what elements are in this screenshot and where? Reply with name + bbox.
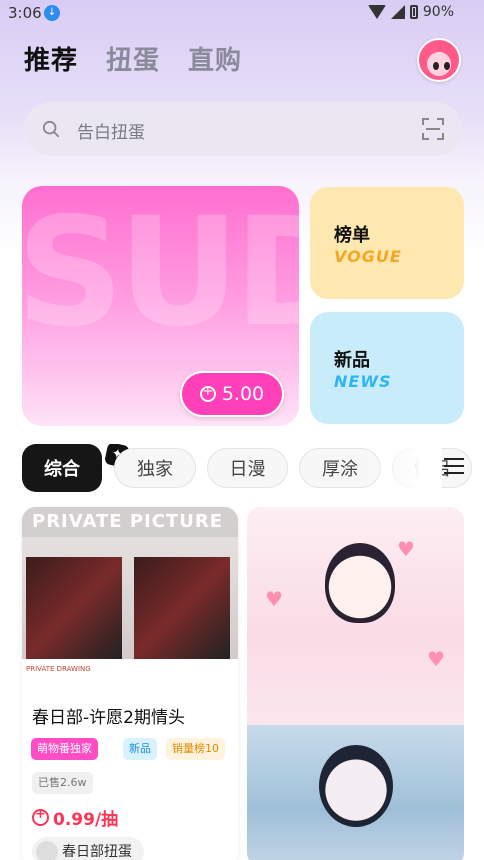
banner-art: SUDI <box>22 186 299 360</box>
exclusive-tag: 萌物番独家 <box>31 738 98 760</box>
new-items-card[interactable]: 新品 NEWS <box>310 312 464 424</box>
shop-badge[interactable]: 春日部扭蛋 <box>32 837 144 860</box>
scan-icon[interactable] <box>422 118 444 140</box>
category-tab-anime[interactable]: 日漫 <box>207 448 288 488</box>
signal-icon <box>390 5 405 19</box>
product-image-header: PRIVATE PICTURE <box>22 507 238 537</box>
search-bar[interactable]: 告白扭蛋 <box>24 102 462 156</box>
tab-gacha[interactable]: 扭蛋 <box>106 40 160 77</box>
banner-price: 5.00 <box>221 383 265 405</box>
character-illustration <box>319 745 393 827</box>
product-card[interactable]: PRIVATE PICTURE PRIVATE DRAWING 春日部-许愿2期… <box>22 507 238 860</box>
heart-icon: ♥ <box>265 587 283 611</box>
heart-icon: ♥ <box>397 537 415 561</box>
shop-avatar <box>36 841 58 860</box>
product-title: 春日部-许愿2期情头 <box>32 708 185 728</box>
status-indicators: 90% <box>367 4 454 20</box>
heart-icon: ♥ <box>427 647 445 671</box>
price-value: 0.99/抽 <box>53 810 119 830</box>
menu-line <box>444 465 464 467</box>
menu-icon[interactable] <box>444 458 464 476</box>
artwork-image-top: ♥ ♥ ♥ <box>247 507 464 725</box>
ranking-subtitle: VOGUE <box>334 247 402 266</box>
status-bar: 3:06 ↓ 90% <box>0 0 484 28</box>
new-tag: 新品 <box>123 738 157 760</box>
tab-fade <box>372 444 442 492</box>
battery-percent: 90% <box>422 4 454 20</box>
coin-icon <box>32 807 49 826</box>
category-tab-all[interactable]: 综合 <box>22 444 102 492</box>
menu-line <box>444 458 464 460</box>
top-tab-bar: 推荐 扭蛋 直购 <box>24 40 242 77</box>
product-image-footer: PRIVATE DRAWING <box>22 659 238 689</box>
tab-recommend[interactable]: 推荐 <box>24 40 78 77</box>
download-icon: ↓ <box>44 5 60 21</box>
rank-tag: 销量榜10 <box>166 738 225 760</box>
search-input[interactable]: 告白扭蛋 <box>77 118 145 143</box>
avatar-eye-right <box>444 62 450 70</box>
product-price: 0.99/抽 <box>32 805 118 830</box>
ranking-title: 榜单 <box>334 225 370 246</box>
product-image: PRIVATE PICTURE PRIVATE DRAWING <box>22 507 238 689</box>
search-icon <box>42 120 60 138</box>
ranking-card[interactable]: 榜单 VOGUE <box>310 187 464 299</box>
artwork-image-bottom <box>247 725 464 860</box>
tab-direct-buy[interactable]: 直购 <box>188 40 242 77</box>
new-items-subtitle: NEWS <box>334 372 392 391</box>
battery-icon <box>409 5 418 19</box>
wifi-icon <box>367 5 386 19</box>
menu-line <box>444 472 464 474</box>
sold-count: 已售2.6w <box>32 772 93 794</box>
status-time: 3:06 <box>8 4 42 22</box>
character-illustration <box>325 543 395 623</box>
coin-icon <box>199 384 216 402</box>
banner-price-button[interactable]: 5.00 <box>180 371 284 417</box>
product-card-artwork[interactable]: ♥ ♥ ♥ <box>247 507 464 860</box>
avatar-eye-left <box>433 62 439 70</box>
product-image-panel <box>134 557 230 659</box>
category-tab-exclusive[interactable]: 独家 <box>114 448 196 488</box>
avatar[interactable] <box>417 38 461 82</box>
shop-name: 春日部扭蛋 <box>62 844 132 860</box>
product-image-panel <box>26 557 122 659</box>
category-tab-impasto[interactable]: 厚涂 <box>299 448 381 488</box>
new-items-title: 新品 <box>334 350 370 371</box>
